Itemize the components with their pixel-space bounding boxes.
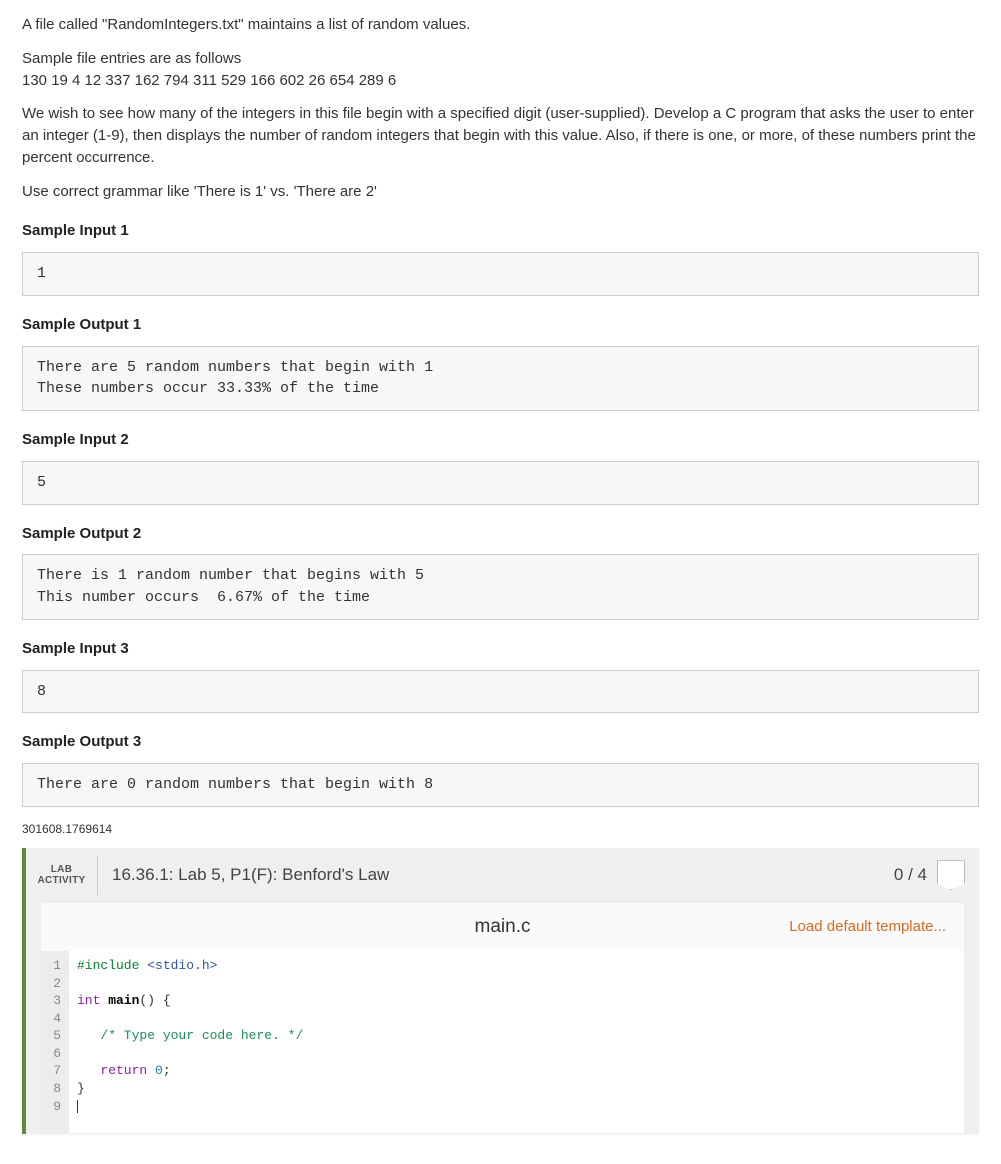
sample-output-1-code: There are 5 random numbers that begin wi… — [22, 346, 979, 412]
line-number: 9 — [45, 1098, 63, 1116]
line-number: 2 — [45, 975, 63, 993]
score-badge-icon — [937, 860, 965, 890]
code-macro: #include — [77, 958, 147, 973]
code-comment: /* Type your code here. */ — [100, 1028, 303, 1043]
load-default-template-link[interactable]: Load default template... — [789, 916, 946, 938]
code-fn-name: main — [100, 993, 139, 1008]
code-type: int — [77, 993, 100, 1008]
code-text — [147, 1063, 155, 1078]
code-text: ; — [163, 1063, 171, 1078]
sample-output-3-code: There are 0 random numbers that begin wi… — [22, 763, 979, 807]
code-text: } — [77, 1081, 85, 1096]
line-number: 5 — [45, 1027, 63, 1045]
sample-file-values: 130 19 4 12 337 162 794 311 529 166 602 … — [22, 72, 396, 89]
sample-input-1-heading: Sample Input 1 — [22, 220, 979, 242]
editor-tabbar: main.c Load default template... — [41, 903, 964, 951]
sample-output-3-heading: Sample Output 3 — [22, 731, 979, 753]
lab-tag-line2: ACTIVITY — [26, 875, 97, 887]
code-keyword: return — [100, 1063, 147, 1078]
code-indent — [77, 1063, 100, 1078]
sample-output-2-code: There is 1 random number that begins wit… — [22, 554, 979, 620]
sample-input-2-heading: Sample Input 2 — [22, 429, 979, 451]
line-number: 6 — [45, 1045, 63, 1063]
sample-input-1-code: 1 — [22, 252, 979, 296]
sample-input-3-heading: Sample Input 3 — [22, 638, 979, 660]
question-id: 301608.1769614 — [22, 821, 979, 838]
sample-input-2-code: 5 — [22, 461, 979, 505]
line-number: 1 — [45, 957, 63, 975]
sample-file-intro: Sample file entries are as follows — [22, 50, 241, 67]
line-gutter: 1 2 3 4 5 6 7 8 9 — [41, 951, 69, 1133]
line-number: 8 — [45, 1080, 63, 1098]
code-text: () { — [139, 993, 170, 1008]
desc-paragraph-2: Sample file entries are as follows 130 1… — [22, 48, 979, 92]
page-root: A file called "RandomIntegers.txt" maint… — [0, 0, 1001, 1164]
code-editor-panel: main.c Load default template... 1 2 3 4 … — [40, 902, 965, 1134]
code-number: 0 — [155, 1063, 163, 1078]
sample-output-2-heading: Sample Output 2 — [22, 523, 979, 545]
desc-paragraph-1: A file called "RandomIntegers.txt" maint… — [22, 14, 979, 36]
sample-output-1-heading: Sample Output 1 — [22, 314, 979, 336]
line-number: 7 — [45, 1062, 63, 1080]
editor-content[interactable]: #include <stdio.h> int main() { /* Type … — [69, 951, 964, 1133]
line-number: 4 — [45, 1010, 63, 1028]
lab-tag-line1: LAB — [26, 864, 97, 876]
desc-paragraph-4: Use correct grammar like 'There is 1' vs… — [22, 181, 979, 203]
sample-input-3-code: 8 — [22, 670, 979, 714]
desc-paragraph-3: We wish to see how many of the integers … — [22, 103, 979, 168]
lab-score: 0 / 4 — [894, 863, 937, 888]
code-editor[interactable]: 1 2 3 4 5 6 7 8 9 #include <stdio.h> int… — [41, 951, 964, 1133]
lab-header: LAB ACTIVITY 16.36.1: Lab 5, P1(F): Benf… — [26, 848, 979, 902]
lab-title: 16.36.1: Lab 5, P1(F): Benford's Law — [98, 863, 894, 888]
text-cursor-icon — [77, 1100, 78, 1113]
line-number: 3 — [45, 992, 63, 1010]
code-header: <stdio.h> — [147, 958, 217, 973]
code-indent — [77, 1028, 100, 1043]
lab-tag: LAB ACTIVITY — [26, 856, 98, 895]
lab-activity-card: LAB ACTIVITY 16.36.1: Lab 5, P1(F): Benf… — [22, 848, 979, 1134]
